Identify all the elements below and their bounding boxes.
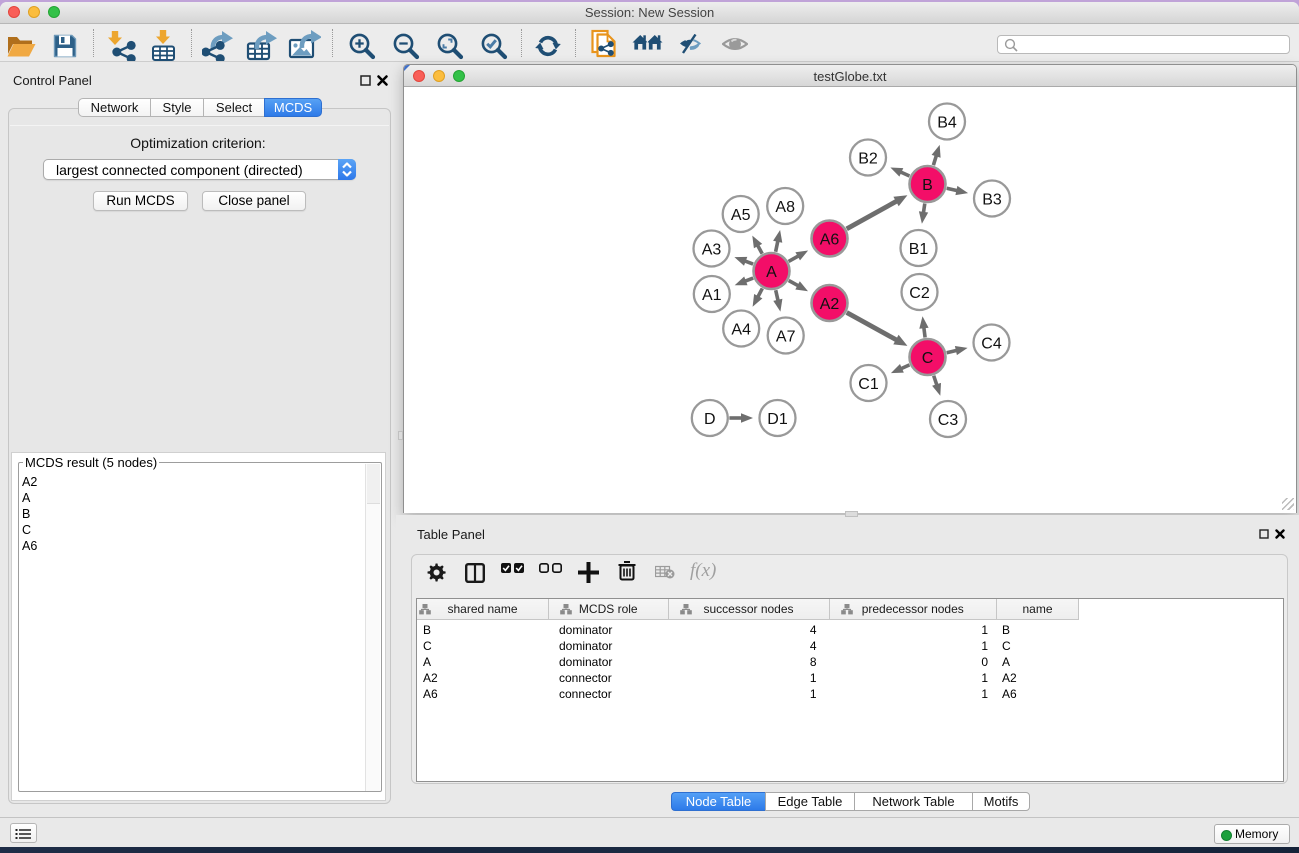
svg-text:C: C	[922, 350, 934, 367]
svg-text:A6: A6	[820, 231, 840, 248]
svg-text:A7: A7	[776, 328, 796, 345]
svg-text:A1: A1	[702, 287, 722, 304]
svg-text:A3: A3	[702, 241, 722, 258]
svg-text:A4: A4	[731, 321, 751, 338]
svg-text:A2: A2	[820, 296, 840, 313]
svg-text:f(x): f(x)	[690, 560, 716, 581]
svg-text:D1: D1	[767, 411, 788, 428]
svg-text:C2: C2	[909, 285, 930, 302]
svg-text:B3: B3	[982, 191, 1002, 208]
svg-text:A8: A8	[775, 199, 795, 216]
svg-text:B1: B1	[909, 241, 929, 258]
svg-text:C4: C4	[981, 335, 1002, 352]
svg-text:D: D	[704, 411, 716, 428]
svg-text:B4: B4	[937, 114, 957, 131]
svg-text:C3: C3	[938, 412, 959, 429]
svg-text:C1: C1	[858, 376, 879, 393]
svg-text:B2: B2	[858, 150, 878, 167]
svg-text:B: B	[922, 177, 933, 194]
svg-text:A5: A5	[731, 207, 751, 224]
svg-text:A: A	[766, 264, 777, 281]
